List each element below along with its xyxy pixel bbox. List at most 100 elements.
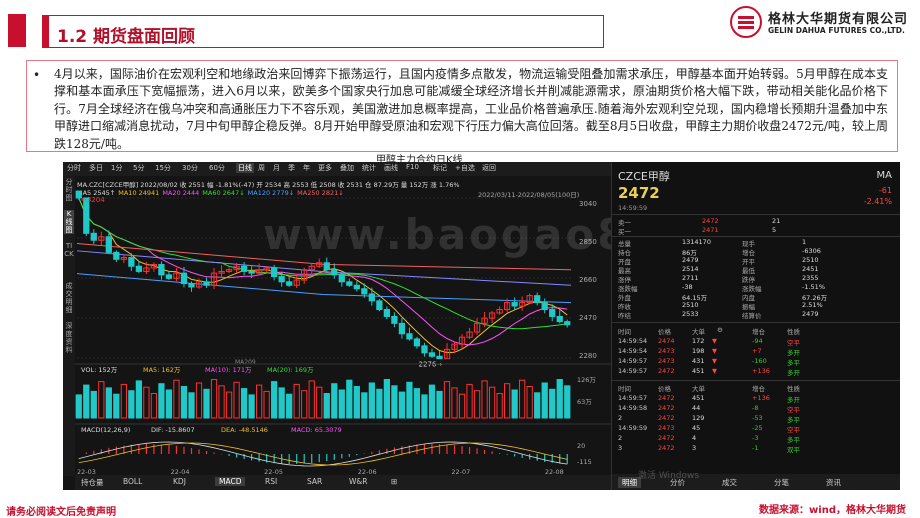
indicator-tab-7[interactable]: ⊞ <box>391 477 397 486</box>
indicator-tab-1[interactable]: BOLL <box>123 477 142 486</box>
volume-bar <box>263 390 270 419</box>
bid-ask-row-0-cell-1: 2472 <box>702 217 719 225</box>
volume-bar <box>488 386 496 419</box>
candle-body <box>188 283 195 288</box>
date-tick-4: 22-07 <box>451 468 470 475</box>
side-tab-1[interactable]: K线图 <box>64 210 74 234</box>
volume-bar <box>143 386 150 419</box>
toolbar-btn-15[interactable]: 画线 <box>384 163 398 173</box>
volume-bar <box>346 379 353 419</box>
sep-2 <box>612 236 900 237</box>
stat-row-2: 开盘 2479 开平 2510 <box>612 256 900 266</box>
toolbar-btn-11[interactable]: 年 <box>303 163 310 173</box>
volume-bar <box>210 379 218 419</box>
volume-bar <box>271 381 278 419</box>
bid-ask-row-1-cell-2: 5 <box>772 226 777 234</box>
date-tick-3: 22-06 <box>358 468 377 475</box>
candle-body <box>128 257 135 267</box>
tick2-row-0-cell-4: 多开 <box>787 396 800 404</box>
toolbar-btn-1[interactable]: 多日 <box>89 163 103 173</box>
tick2-row-5-cell-2: 3 <box>692 444 697 452</box>
tick2-row-1-cell-0: 14:59:58 <box>618 404 648 412</box>
toolbar-btn-0[interactable]: 分时 <box>67 163 81 173</box>
candle-body <box>391 315 398 324</box>
vol-tick-1: 63万 <box>577 398 592 406</box>
tick2-row-0-cell-1: 2472 <box>658 394 675 402</box>
low-label: 2276→ <box>419 361 443 369</box>
macd-tick-0: 20 <box>577 442 585 450</box>
tick2-row-5-cell-3: -1 <box>752 444 759 452</box>
side-tab-4[interactable]: 深度资料 <box>64 322 74 354</box>
toolbar-btn-5[interactable]: 30分 <box>182 163 198 173</box>
slow-ma-line-0 <box>76 273 572 304</box>
tick2-row-0-cell-2: 451 <box>692 394 705 402</box>
tick-row-3-cell-0: 14:59:57 <box>618 367 648 375</box>
toolbar-btn-13[interactable]: 叠加 <box>340 163 354 173</box>
last-price: 2472 <box>618 184 660 202</box>
indicator-tab-4[interactable]: RSI <box>265 477 277 486</box>
price-tick-4: 2280 <box>579 352 597 360</box>
tick2-row-4-cell-0: 2 <box>618 434 623 442</box>
indicator-tab-2[interactable]: KDJ <box>173 477 186 486</box>
volume-bar <box>338 389 345 419</box>
indicator-tab-5[interactable]: SAR <box>307 477 322 486</box>
section-title: 1.2 期货盘面回顾 <box>57 27 196 47</box>
volume-bar <box>391 385 398 419</box>
stat-row-8-cell-0: 昨结 <box>618 312 631 320</box>
period-toolbar: 分时 多日 1分 5分 15分 30分 60分 日线周月季年更多 叠加 统计 画线 F10 标记 +自选返… <box>63 162 623 176</box>
candle-body <box>398 322 406 335</box>
stat-row-8: 昨结 2533 结算价 2479 <box>612 310 900 320</box>
tick2-row-1-cell-3: -8 <box>752 404 759 412</box>
volume-bar <box>293 383 300 419</box>
tick2-row-1: 14:59:58 2472 44 -8 空平 <box>612 404 900 414</box>
toolbar-btn-6[interactable]: 60分 <box>209 163 225 173</box>
toolbar-btn-14[interactable]: 统计 <box>362 163 376 173</box>
volume-bar <box>466 383 473 419</box>
tick2-row-0-cell-3: +136 <box>752 394 770 402</box>
volume-bar <box>233 381 240 419</box>
macd-header-3: MACD: 65.3079 <box>291 426 342 434</box>
side-tab-2[interactable]: TICK <box>64 242 74 258</box>
stat-row-8-cell-2: 结算价 <box>742 312 762 320</box>
indicator-tab-0[interactable]: 持仓量 <box>81 477 104 488</box>
trading-terminal: 分时 多日 1分 5分 15分 30分 60分 日线周月季年更多 叠加 统计 画线 F10 标记 +自选返… <box>63 162 900 490</box>
side-tab-0[interactable]: 分时图 <box>64 178 74 202</box>
tick-header: 时间 价格 大单 ⚙ 增仓 性质 <box>612 326 900 336</box>
dea-line <box>78 442 568 466</box>
candle-body <box>90 232 97 241</box>
price-tick-2: 2660 <box>579 276 597 284</box>
toolbar-btn-17[interactable]: 标记 <box>433 163 447 173</box>
side-tabs: 分时图 K线图 TICK 成交明细深度资料 <box>63 176 75 476</box>
candle-body <box>346 281 353 286</box>
toolbar-btn-7[interactable]: 日线 <box>236 163 254 173</box>
stat-row-4-cell-1: 2711 <box>682 274 699 282</box>
toolbar-btn-18[interactable]: +自选 <box>455 163 475 173</box>
macd-header-1: DIF: -15.8607 <box>151 426 195 434</box>
toolbar-btn-8[interactable]: 周 <box>258 163 265 173</box>
toolbar-btn-16[interactable]: F10 <box>406 163 419 171</box>
toolbar-btn-10[interactable]: 季 <box>288 163 295 173</box>
tick-row-1-cell-1: 2473 <box>658 347 675 355</box>
candle-body <box>286 281 293 286</box>
toolbar-btn-12[interactable]: 更多 <box>318 163 332 173</box>
toolbar-btn-3[interactable]: 5分 <box>133 163 144 173</box>
quote-tab-3[interactable]: 分笔 <box>774 477 789 488</box>
tick-header-2: 时间 价格 大单 增仓 性质 <box>612 383 900 393</box>
indicator-tab-6[interactable]: W&R <box>349 477 367 486</box>
ma-toggle[interactable]: MA <box>877 170 892 181</box>
quote-tab-2[interactable]: 成交 <box>722 477 737 488</box>
sep-3 <box>612 322 900 323</box>
toolbar-btn-4[interactable]: 15分 <box>155 163 171 173</box>
indicator-tab-3[interactable]: MACD <box>215 477 246 486</box>
quote-tab-4[interactable]: 资讯 <box>826 477 841 488</box>
side-tab-3[interactable]: 成交明细 <box>64 282 74 314</box>
tick-header-cell-0: 时间 <box>618 328 631 336</box>
bullet: • <box>33 68 41 82</box>
section-title-box: 1.2 期货盘面回顾 <box>42 15 604 48</box>
tick-header-cell-2: 大单 <box>692 328 705 336</box>
toolbar-btn-2[interactable]: 1分 <box>111 163 122 173</box>
volume-bar <box>158 383 165 419</box>
tick-row-0-cell-3: ▼ <box>712 337 717 345</box>
toolbar-btn-19[interactable]: 返回 <box>482 163 496 173</box>
toolbar-btn-9[interactable]: 月 <box>273 163 280 173</box>
